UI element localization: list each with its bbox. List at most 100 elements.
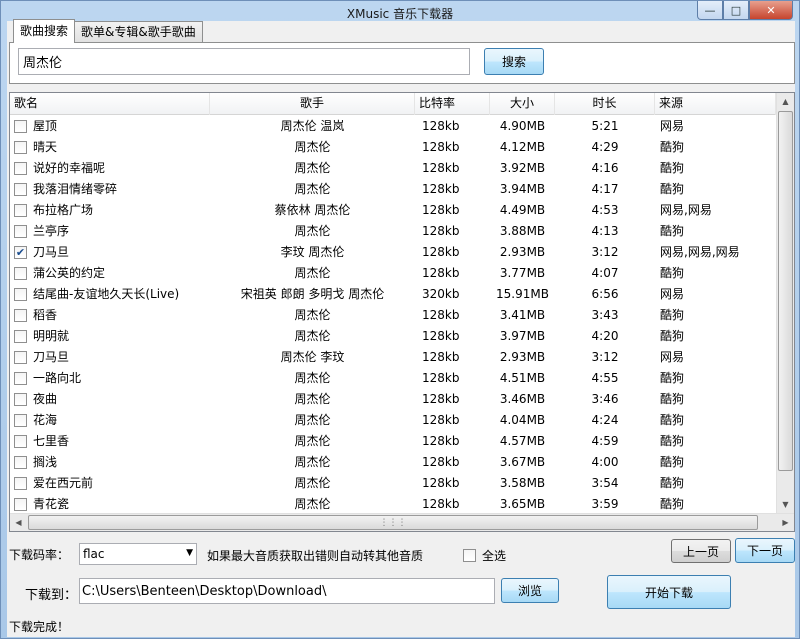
row-checkbox[interactable] [14,372,27,385]
row-checkbox[interactable] [14,330,27,343]
row-checkbox[interactable] [14,351,27,364]
bitrate-select-value: flac [83,547,105,561]
table-row[interactable]: 晴天 周杰伦 128kb 4.12MB 4:29 酷狗 [10,137,776,158]
vertical-scrollbar[interactable]: ▲ ▼ [776,93,794,513]
select-all[interactable]: 全选 [463,547,506,564]
song-name-cell: 结尾曲-友谊地久天长(Live) [10,284,210,305]
scroll-down-arrow-icon[interactable]: ▼ [777,496,794,513]
row-checkbox[interactable] [14,393,27,406]
song-size: 3.94MB [499,182,546,196]
song-duration: 3:43 [591,308,619,322]
song-size: 3.67MB [499,455,546,469]
table-row[interactable]: 结尾曲-友谊地久天长(Live) 宋祖英 郎朗 多明戈 周杰伦 320kb 15.91… [10,284,776,305]
horizontal-scroll-thumb[interactable]: ⋮⋮⋮ [28,515,758,530]
song-name-cell: 布拉格广场 [10,200,210,221]
song-artist: 周杰伦 [294,371,331,385]
table-row[interactable]: 七里香 周杰伦 128kb 4.57MB 4:59 酷狗 [10,431,776,452]
song-name: 一路向北 [33,371,82,385]
maximize-button[interactable]: □ [723,1,749,20]
row-checkbox[interactable] [14,456,27,469]
row-checkbox[interactable] [14,183,27,196]
song-size: 4.12MB [499,140,546,154]
table-row[interactable]: 夜曲 周杰伦 128kb 3.46MB 3:46 酷狗 [10,389,776,410]
song-source: 网易 [660,350,685,364]
column-header-duration[interactable]: 时长 [555,93,655,115]
song-duration: 4:29 [591,140,619,154]
tab-song-search[interactable]: 歌曲搜索 [13,19,76,43]
search-input[interactable]: 周杰伦 [18,48,470,75]
row-checkbox[interactable] [14,141,27,154]
column-header-source[interactable]: 来源 [655,93,776,115]
song-duration: 4:53 [591,203,619,217]
table-row[interactable]: 一路向北 周杰伦 128kb 4.51MB 4:55 酷狗 [10,368,776,389]
minimize-button[interactable]: — [697,1,723,20]
bitrate-select[interactable]: flac ▼ [79,543,197,565]
column-header-artist[interactable]: 歌手 [210,93,415,115]
table-row[interactable]: 刀马旦 周杰伦 李玟 128kb 2.93MB 3:12 网易 [10,347,776,368]
song-name-cell: 蒲公英的约定 [10,263,210,284]
column-header-name[interactable]: 歌名 [10,93,210,115]
row-checkbox[interactable] [14,204,27,217]
row-checkbox[interactable] [14,225,27,238]
row-checkbox[interactable] [14,309,27,322]
table-row[interactable]: 说好的幸福呢 周杰伦 128kb 3.92MB 4:16 酷狗 [10,158,776,179]
table-row[interactable]: 蒲公英的约定 周杰伦 128kb 3.77MB 4:07 酷狗 [10,263,776,284]
song-name: 蒲公英的约定 [33,266,106,280]
song-name: 布拉格广场 [33,203,94,217]
table-row[interactable]: 花海 周杰伦 128kb 4.04MB 4:24 酷狗 [10,410,776,431]
browse-button[interactable]: 浏览 [501,578,559,603]
song-duration: 4:55 [591,371,619,385]
table-row[interactable]: 稻香 周杰伦 128kb 3.41MB 3:43 酷狗 [10,305,776,326]
select-all-checkbox[interactable] [463,549,476,562]
song-name-cell: 屋顶 [10,116,210,137]
song-bitrate: 128kb [422,497,460,511]
tab-playlist-album-artist[interactable]: 歌单&专辑&歌手歌曲 [74,21,203,43]
vertical-scroll-thumb[interactable] [778,111,793,471]
song-duration: 4:16 [591,161,619,175]
table-row[interactable]: 青花瓷 周杰伦 128kb 3.65MB 3:59 酷狗 [10,494,776,515]
row-checkbox[interactable] [14,267,27,280]
window-controls: — □ ✕ [697,1,793,20]
scroll-right-arrow-icon[interactable]: ▶ [777,514,794,531]
search-button[interactable]: 搜索 [484,48,544,75]
row-checkbox[interactable] [14,498,27,511]
next-page-button[interactable]: 下一页 [735,538,795,563]
table-row[interactable]: 兰亭序 周杰伦 128kb 3.88MB 4:13 酷狗 [10,221,776,242]
horizontal-scrollbar[interactable]: ◀ ⋮⋮⋮ ▶ [10,513,794,531]
song-size: 2.93MB [499,245,546,259]
table-row[interactable]: ✔ 刀马旦 李玟 周杰伦 128kb 2.93MB 3:12 网易,网易,网易 [10,242,776,263]
row-checkbox[interactable] [14,414,27,427]
close-button[interactable]: ✕ [749,1,793,20]
start-download-button[interactable]: 开始下载 [607,575,731,609]
song-name-cell: 兰亭序 [10,221,210,242]
table-row[interactable]: 我落泪情绪零碎 周杰伦 128kb 3.94MB 4:17 酷狗 [10,179,776,200]
table-row[interactable]: 布拉格广场 蔡依林 周杰伦 128kb 4.49MB 4:53 网易,网易 [10,200,776,221]
column-header-size[interactable]: 大小 [490,93,555,115]
song-source: 酷狗 [660,371,685,385]
scroll-up-arrow-icon[interactable]: ▲ [777,93,794,110]
song-name: 爱在西元前 [33,476,94,490]
row-checkbox[interactable] [14,477,27,490]
table-row[interactable]: 爱在西元前 周杰伦 128kb 3.58MB 3:54 酷狗 [10,473,776,494]
table-row[interactable]: 屋顶 周杰伦 温岚 128kb 4.90MB 5:21 网易 [10,116,776,137]
row-checkbox[interactable] [14,435,27,448]
download-path-input[interactable]: C:\Users\Benteen\Desktop\Download\ [79,578,495,604]
row-checkbox[interactable] [14,162,27,175]
song-bitrate: 128kb [422,119,460,133]
prev-page-button[interactable]: 上一页 [671,539,731,563]
table-row[interactable]: 明明就 周杰伦 128kb 3.97MB 4:20 酷狗 [10,326,776,347]
song-artist: 周杰伦 [294,308,331,322]
list-rows: 屋顶 周杰伦 温岚 128kb 4.90MB 5:21 网易 晴天 周杰伦 128kb 4.12M… [10,116,776,515]
song-name: 明明就 [33,329,70,343]
row-checkbox[interactable] [14,120,27,133]
song-name: 七里香 [33,434,70,448]
download-path-label: 下载到： [25,588,78,603]
column-header-bitrate[interactable]: 比特率 [415,93,490,115]
song-bitrate: 128kb [422,203,460,217]
row-checkbox[interactable] [14,288,27,301]
row-checkbox[interactable]: ✔ [14,246,27,259]
scroll-left-arrow-icon[interactable]: ◀ [10,514,27,531]
song-source: 酷狗 [660,392,685,406]
song-name: 刀马旦 [33,350,70,364]
table-row[interactable]: 搁浅 周杰伦 128kb 3.67MB 4:00 酷狗 [10,452,776,473]
